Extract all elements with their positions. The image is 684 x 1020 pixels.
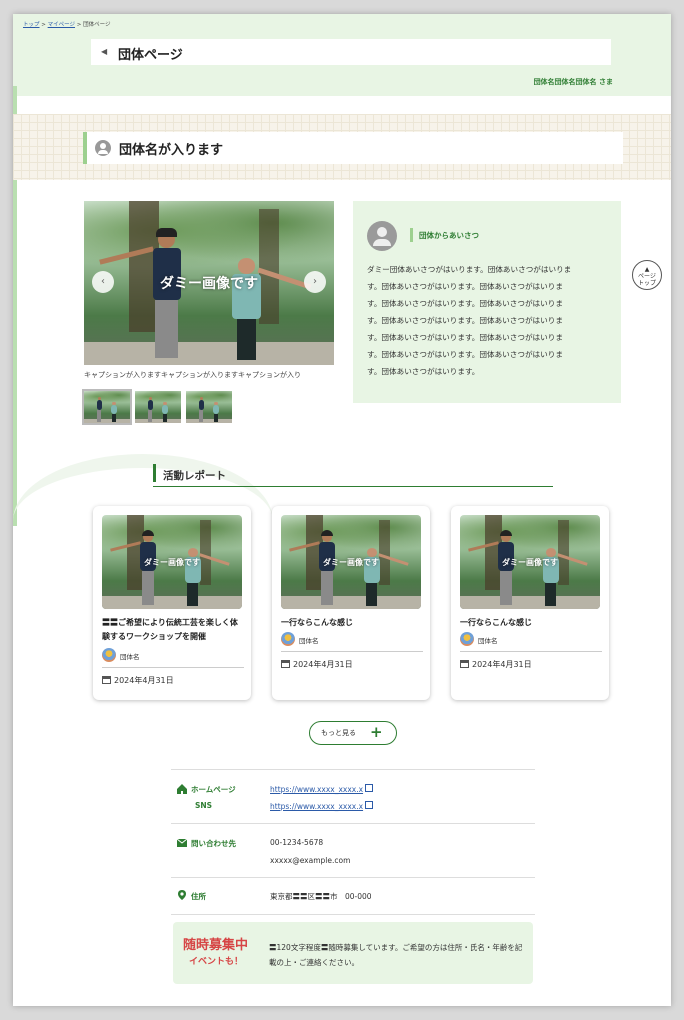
org-icon xyxy=(460,632,474,646)
heading-bar xyxy=(410,228,413,242)
recruitment-badge-sub: イベントも！ xyxy=(189,957,244,967)
report-title: 一行ならこんな感じ xyxy=(281,618,353,627)
header-band: トップ > マイページ > 団体ページ ◀ 団体ページ 団体名団体名団体名 さま xyxy=(13,14,671,96)
report-date: 2024年4月31日 xyxy=(460,659,532,670)
page-title-box: ◀ 団体ページ xyxy=(91,39,611,65)
plus-icon: + xyxy=(370,723,383,741)
greeting-line: す。団体あいさつがはいります。団体あいさつがはいりま xyxy=(367,316,563,325)
report-card[interactable]: ダミー画像です 〓〓ご希望により伝統工芸を楽しく体験するワークショップを開催 団… xyxy=(93,506,251,700)
breadcrumb: トップ > マイページ > 団体ページ xyxy=(23,20,111,28)
org-name: 団体名 xyxy=(478,637,498,645)
greeting-heading: 団体からあいさつ xyxy=(419,231,479,240)
greeting-line: す。団体あいさつがはいります。団体あいさつがはいりま xyxy=(367,282,563,291)
report-date: 2024年4月31日 xyxy=(281,659,353,670)
more-label: もっと見る xyxy=(321,729,356,737)
slider-caption: キャプションが入りますキャプションが入りますキャプションが入り xyxy=(84,371,301,379)
slider-prev-button[interactable]: ‹ xyxy=(92,271,114,293)
group-name-box: 団体名が入ります xyxy=(83,132,623,164)
page-top-button[interactable]: ▲ ページ トップ xyxy=(632,260,662,290)
recruitment-text: 〓120文字程度〓随時募集しています。ご希望の方は住所・氏名・年齢を記載の上・ご… xyxy=(269,943,523,967)
home-icon xyxy=(177,784,187,794)
org-name: 団体名 xyxy=(299,637,319,645)
breadcrumb-sep: > xyxy=(41,22,46,28)
breadcrumb-current: 団体ページ xyxy=(83,22,111,28)
greeting-line: す。団体あいさつがはいります。団体あいさつがはいりま xyxy=(367,299,563,308)
greeting-line: す。団体あいさつがはいります。団体あいさつがはいりま xyxy=(367,333,563,342)
info-row-address: 住所 東京都〓〓区〓〓市 00-000 xyxy=(171,877,535,915)
external-link-icon xyxy=(365,784,374,792)
breadcrumb-mypage[interactable]: マイページ xyxy=(48,22,75,28)
report-card[interactable]: ダミー画像です 一行ならこんな感じ 団体名 2024年4月31日 xyxy=(272,506,430,700)
sns-label: SNS xyxy=(195,801,213,810)
calendar-icon xyxy=(281,660,290,668)
activity-heading: 活動レポート xyxy=(153,464,553,487)
recruitment-badge-title: 随時募集中 xyxy=(183,938,249,953)
info-row-contact: 問い合わせ先 00-1234-5678 xxxxx@example.com xyxy=(171,823,535,878)
avatar xyxy=(367,221,397,251)
address-value: 東京都〓〓区〓〓市 00-000 xyxy=(270,892,372,901)
breadcrumb-sep: > xyxy=(76,22,82,28)
recruitment-box: 随時募集中 イベントも！ 〓120文字程度〓随時募集しています。ご希望の方は住所… xyxy=(173,922,533,984)
activity-title: 活動レポート xyxy=(163,470,226,482)
homepage-link[interactable]: https://www.xxxx_xxxx.x xyxy=(270,784,374,794)
calendar-icon xyxy=(460,660,469,668)
external-link-icon xyxy=(365,801,374,809)
dummy-image-label: ダミー画像です xyxy=(502,558,558,567)
up-arrow-icon: ▲ xyxy=(644,266,650,273)
homepage-label: ホームページ xyxy=(191,785,236,794)
email-address: xxxxx@example.com xyxy=(270,856,351,865)
more-button[interactable]: もっと見る + xyxy=(309,721,397,745)
mail-icon xyxy=(177,838,187,847)
phone-number: 00-1234-5678 xyxy=(270,838,324,847)
breadcrumb-top[interactable]: トップ xyxy=(23,22,40,28)
org-icon xyxy=(281,632,295,646)
greeting-line: ダミー団体あいさつがはいります。団体あいさつがはいりま xyxy=(367,265,572,274)
image-slider: ダミー画像です ‹ › xyxy=(84,201,334,365)
report-date-text: 2024年4月31日 xyxy=(293,660,353,669)
slider-image: ダミー画像です xyxy=(84,201,334,365)
contact-label: 問い合わせ先 xyxy=(191,839,236,848)
report-title: 〓〓ご希望により伝統工芸を楽しく体験するワークショップを開催 xyxy=(102,618,238,641)
report-image: ダミー画像です xyxy=(102,515,242,609)
address-label: 住所 xyxy=(191,892,206,901)
slider-thumbnail[interactable] xyxy=(186,391,232,423)
greeting-box: 団体からあいさつ ダミー団体あいさつがはいります。団体あいさつがはいりま す。団… xyxy=(353,201,621,403)
slider-thumbnail[interactable] xyxy=(135,391,181,423)
user-name: 団体名団体名団体名 さま xyxy=(533,78,613,86)
sns-url: https://www.xxxx_xxxx.x xyxy=(270,802,364,811)
group-name-band: 団体名が入ります xyxy=(13,114,671,180)
org-icon xyxy=(102,648,116,662)
slider-next-button[interactable]: › xyxy=(304,271,326,293)
recruitment-badge: 随時募集中 イベントも！ xyxy=(183,934,263,974)
greeting-line: す。団体あいさつがはいります。団体あいさつがはいりま xyxy=(367,350,563,359)
group-name: 団体名が入ります xyxy=(119,143,224,158)
back-triangle-icon: ◀ xyxy=(101,47,108,56)
page-top-label-2: トップ xyxy=(637,280,656,287)
report-date-text: 2024年4月31日 xyxy=(472,660,532,669)
page-title: 団体ページ xyxy=(118,48,183,63)
greeting-text: ダミー団体あいさつがはいります。団体あいさつがはいりま す。団体あいさつがはいり… xyxy=(367,261,607,380)
homepage-url: https://www.xxxx_xxxx.x xyxy=(270,785,364,794)
report-date-text: 2024年4月31日 xyxy=(114,676,174,685)
report-image: ダミー画像です xyxy=(281,515,421,609)
report-date: 2024年4月31日 xyxy=(102,675,174,686)
dummy-image-label: ダミー画像です xyxy=(144,558,200,567)
person-icon xyxy=(95,140,111,156)
sns-link[interactable]: https://www.xxxx_xxxx.x xyxy=(270,801,374,811)
calendar-icon xyxy=(102,676,111,684)
dummy-image-label: ダミー画像です xyxy=(323,558,379,567)
report-card[interactable]: ダミー画像です 一行ならこんな感じ 団体名 2024年4月31日 xyxy=(451,506,609,700)
report-image: ダミー画像です xyxy=(460,515,600,609)
dummy-image-label: ダミー画像です xyxy=(160,276,258,292)
page: トップ > マイページ > 団体ページ ◀ 団体ページ 団体名団体名団体名 さま… xyxy=(13,14,671,1006)
report-title: 一行ならこんな感じ xyxy=(460,618,532,627)
page-top-label-1: ページ xyxy=(638,273,656,280)
slider-thumbnail[interactable] xyxy=(82,389,132,425)
org-name: 団体名 xyxy=(120,653,140,661)
info-row-web: ホームページ SNS https://www.xxxx_xxxx.x https… xyxy=(171,769,535,824)
greeting-line: す。団体あいさつがはいります。 xyxy=(367,367,480,376)
location-pin-icon xyxy=(178,890,186,900)
